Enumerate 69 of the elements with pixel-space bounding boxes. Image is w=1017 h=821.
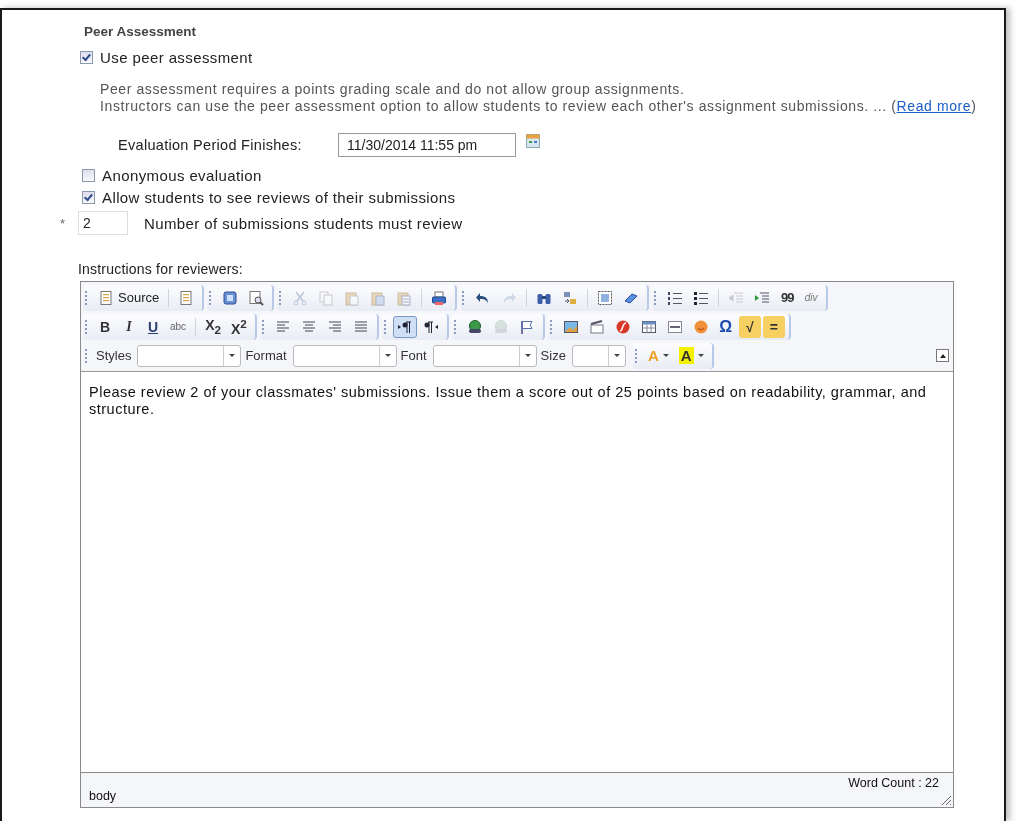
checkbox[interactable] (82, 169, 95, 182)
format-button[interactable]: X$^{2}$ (226, 315, 251, 338)
paste-icon (344, 289, 361, 306)
editor-content[interactable]: Please review 2 of your classmates' submissions. Issue them a score out of 25 points based on readability, grammar, and structure. (81, 372, 953, 772)
insert-button[interactable]: = (762, 315, 785, 338)
collapse-button[interactable] (936, 349, 949, 362)
flash-icon (614, 318, 631, 335)
word-count: Word Count : 22 (848, 776, 939, 790)
smiley-icon (692, 318, 709, 335)
numbered-list-icon (667, 289, 684, 306)
required-mark: * (60, 215, 67, 231)
field-label: Evaluation Period Finishes: (118, 137, 303, 153)
align-right-icon (326, 318, 343, 335)
pilcrow-button[interactable] (392, 315, 417, 338)
format-button[interactable]: Ω (714, 315, 737, 338)
document-icon (178, 289, 195, 306)
description-text: Peer assessment requires a points grading scale and do not allow group assignments. (100, 81, 686, 98)
flag-icon (518, 318, 535, 335)
select-all-icon (597, 289, 614, 306)
paste-icon (396, 289, 413, 306)
checkbox[interactable] (80, 51, 93, 64)
indent-icon (754, 289, 771, 306)
outdent-icon (728, 289, 745, 306)
description-text: Instructors can use the peer assessment option to allow students to review each other's assignment submissions. ... (Read more) (100, 98, 978, 115)
combo-label: Size (540, 348, 566, 363)
align-center-icon (300, 318, 317, 335)
replace-icon (562, 289, 579, 306)
checkbox-label: Anonymous evaluation (102, 167, 262, 184)
format-button[interactable]: I (118, 315, 140, 338)
paste-icon (370, 289, 387, 306)
checkbox-label: Use peer assessment (100, 49, 253, 66)
image-icon (562, 318, 579, 335)
align-left-icon (274, 318, 291, 335)
globe-icon (492, 318, 509, 335)
format-button[interactable]: 99 (776, 286, 799, 309)
format-button[interactable]: U (142, 315, 164, 338)
insert-button[interactable]: √ (738, 315, 761, 338)
bulleted-list-icon (693, 289, 710, 306)
resize-handle-icon[interactable] (941, 795, 952, 806)
combo-label: Format (245, 348, 287, 363)
background-color-button[interactable]: A (674, 344, 708, 367)
number-field[interactable]: 2 (78, 211, 128, 235)
justify-icon (352, 318, 369, 335)
document-icon (98, 289, 114, 306)
element-path: body (89, 789, 117, 803)
field-label: Number of submissions students must review (144, 214, 463, 232)
pilcrow-icon (422, 318, 439, 335)
calendar-icon[interactable] (526, 134, 540, 148)
editor-label: Instructions for reviewers: (78, 261, 244, 277)
printer-icon (431, 289, 448, 306)
format-button[interactable]: div (800, 286, 823, 309)
format-button[interactable]: abc (166, 315, 191, 338)
table-icon (640, 318, 657, 335)
combo-label: Styles (96, 348, 132, 363)
copy-icon (318, 289, 335, 306)
checkbox-label: Allow students to see reviews of their submissions (102, 189, 456, 206)
format-button[interactable]: B (94, 315, 116, 338)
format-button[interactable]: X$_{2}$ (201, 315, 225, 338)
scissors-icon (292, 289, 309, 306)
section-title: Peer Assessment (84, 24, 198, 39)
read-more-link[interactable]: Read more (896, 98, 972, 114)
date-field[interactable]: 11/30/2014 11:55 pm (338, 133, 516, 157)
maximize-icon (222, 289, 239, 306)
checkbox[interactable] (82, 191, 95, 204)
preview-icon (248, 289, 265, 306)
globe-icon (466, 318, 483, 335)
combo-label: Font (400, 348, 427, 363)
clapperboard-icon (588, 318, 605, 335)
pilcrow-icon (396, 318, 413, 335)
